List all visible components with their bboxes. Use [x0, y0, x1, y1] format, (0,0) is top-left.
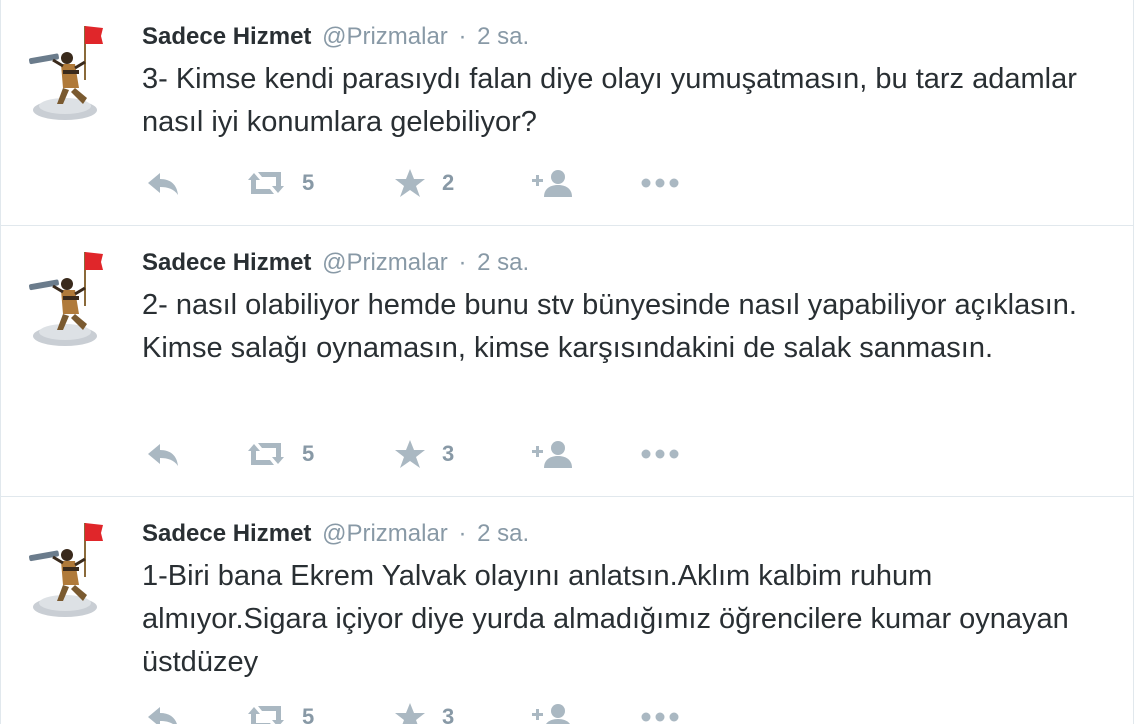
star-icon	[395, 440, 425, 468]
more-icon	[641, 178, 679, 188]
reply-icon	[148, 173, 178, 195]
reply-button[interactable]	[146, 163, 180, 203]
more-button[interactable]	[640, 434, 680, 474]
retweet-button[interactable]: 5	[246, 434, 314, 474]
retweet-icon	[248, 706, 284, 724]
more-button[interactable]	[640, 163, 680, 203]
header-separator: ·	[458, 249, 467, 276]
tweet-header: Sadece Hizmet @Prizmalar · 2 sa.	[142, 20, 529, 54]
favorite-count: 3	[442, 704, 455, 724]
explorer-with-flag-avatar-image	[29, 252, 103, 346]
favorite-button[interactable]: 3	[394, 434, 454, 474]
explorer-with-flag-avatar-image	[29, 26, 103, 120]
tweet-1[interactable]: Sadece Hizmet @Prizmalar · 2 sa. 3- Kims…	[0, 0, 1134, 226]
tweet-header: Sadece Hizmet @Prizmalar · 2 sa.	[142, 517, 529, 551]
avatar[interactable]	[27, 22, 103, 122]
reply-icon	[148, 707, 177, 724]
retweet-count: 5	[302, 704, 315, 724]
follow-button[interactable]	[532, 434, 572, 474]
avatar[interactable]	[27, 519, 103, 619]
tweet-timestamp[interactable]: 2 sa.	[477, 520, 529, 547]
favorite-button[interactable]: 3	[394, 697, 454, 724]
header-separator: ·	[458, 23, 467, 50]
tweet-3[interactable]: Sadece Hizmet @Prizmalar · 2 sa. 1-Biri …	[0, 497, 1134, 724]
tweet-actions: 5 3	[142, 434, 742, 474]
tweet-timeline: Sadece Hizmet @Prizmalar · 2 sa. 3- Kims…	[0, 0, 1134, 724]
author-fullname[interactable]: Sadece Hizmet	[142, 23, 311, 50]
author-username[interactable]: @Prizmalar	[322, 520, 448, 547]
tweet-actions: 5 3	[142, 697, 742, 724]
tweet-timestamp[interactable]: 2 sa.	[477, 23, 529, 50]
explorer-with-flag-avatar-image	[29, 523, 103, 617]
retweet-icon	[248, 172, 284, 194]
reply-icon	[148, 444, 178, 466]
author-fullname[interactable]: Sadece Hizmet	[142, 249, 311, 276]
follow-button[interactable]	[532, 697, 572, 724]
retweet-button[interactable]: 5	[246, 163, 314, 203]
retweet-button[interactable]: 5	[246, 697, 314, 724]
author-username[interactable]: @Prizmalar	[322, 23, 448, 50]
follow-button[interactable]	[532, 163, 572, 203]
author-fullname[interactable]: Sadece Hizmet	[142, 520, 311, 547]
tweet-timestamp[interactable]: 2 sa.	[477, 249, 529, 276]
retweet-icon	[248, 443, 284, 465]
retweet-count: 5	[302, 441, 315, 466]
more-icon	[641, 712, 679, 722]
tweet-actions: 5 2	[142, 163, 742, 203]
more-button[interactable]	[640, 697, 680, 724]
avatar[interactable]	[27, 248, 103, 348]
follow-icon	[532, 170, 572, 197]
tweet-header: Sadece Hizmet @Prizmalar · 2 sa.	[142, 246, 529, 280]
reply-button[interactable]	[146, 697, 180, 724]
favorite-count: 2	[442, 170, 455, 195]
tweet-2[interactable]: Sadece Hizmet @Prizmalar · 2 sa. 2- nası…	[0, 226, 1134, 497]
reply-button[interactable]	[146, 434, 180, 474]
tweet-text: 3- Kimse kendi parasıydı falan diye olay…	[142, 63, 1077, 138]
header-separator: ·	[458, 520, 467, 547]
star-icon	[395, 703, 425, 724]
tweet-text: 2- nasıl olabiliyor hemde bunu stv bünye…	[142, 289, 1077, 364]
tweet-text: 1-Biri bana Ekrem Yalvak olayını anlatsı…	[142, 560, 1069, 678]
follow-icon	[532, 704, 570, 724]
more-icon	[641, 449, 679, 459]
star-icon	[395, 169, 425, 197]
favorite-count: 3	[442, 441, 455, 466]
follow-icon	[532, 441, 572, 468]
author-username[interactable]: @Prizmalar	[322, 249, 448, 276]
retweet-count: 5	[302, 170, 315, 195]
favorite-button[interactable]: 2	[394, 163, 454, 203]
